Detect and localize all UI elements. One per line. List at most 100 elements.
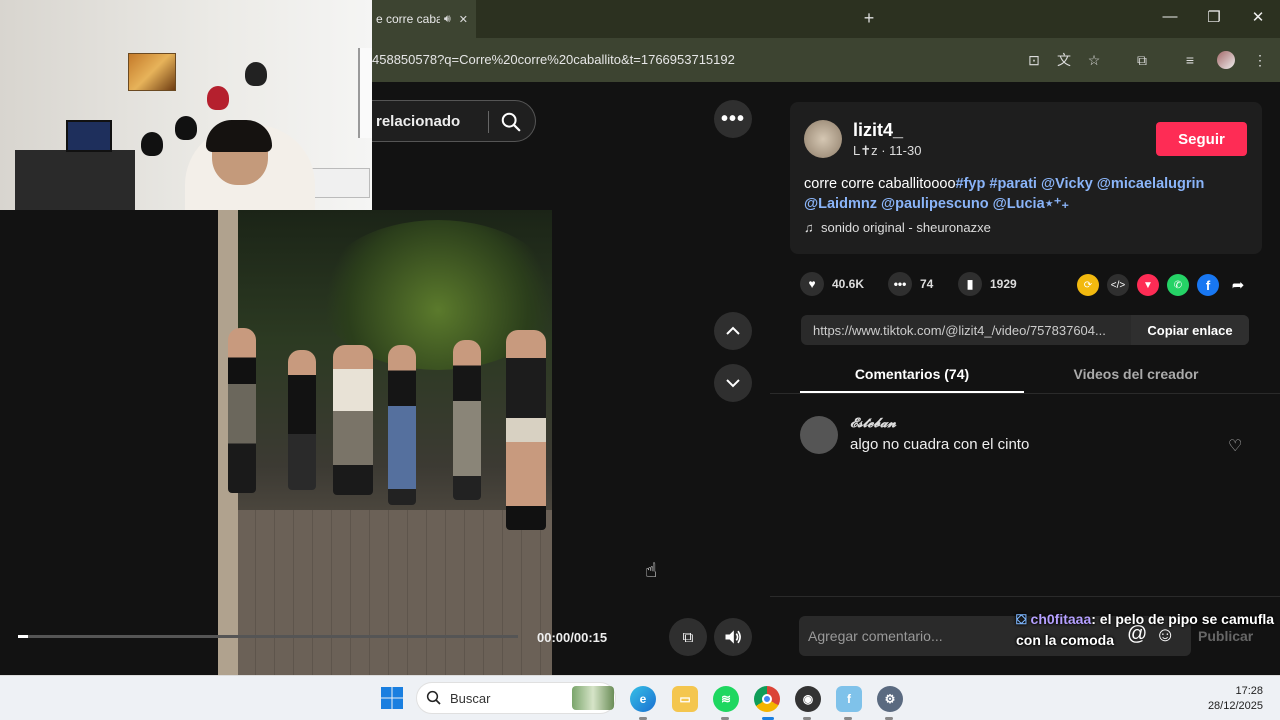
webcam-desk	[15, 150, 135, 210]
obs-icon[interactable]: ◉	[795, 686, 821, 712]
search-highlight-image[interactable]	[572, 686, 614, 710]
details-pane: lizit4_ L✝z · 11-30 Seguir corre corre c…	[770, 82, 1280, 675]
creator-subline: L✝z · 11-30	[853, 143, 922, 158]
send-icon[interactable]: ▼	[1137, 274, 1159, 296]
copy-link-button[interactable]: Copiar enlace	[1131, 315, 1249, 345]
wall-cap	[245, 62, 267, 86]
previous-video-button[interactable]	[714, 312, 752, 350]
webcam-overlay	[0, 0, 372, 210]
system-clock[interactable]: 17:28 28/12/2025	[1208, 684, 1263, 714]
embed-icon[interactable]: </>	[1107, 274, 1129, 296]
caption-tag[interactable]: @micaelalugrin	[1097, 176, 1205, 192]
miniplayer-icon: ⧉	[682, 628, 694, 646]
app-f-icon[interactable]: f	[836, 686, 862, 712]
caption-tag[interactable]: @Laidmnz	[804, 196, 877, 212]
close-window-icon[interactable]: ✕	[1248, 8, 1268, 26]
related-search-pill[interactable]: relacionado	[372, 100, 536, 142]
search-label: Buscar	[450, 691, 491, 706]
wall-cap	[141, 132, 163, 156]
translate-icon[interactable]: 文	[1054, 50, 1074, 70]
chrome-center	[762, 694, 772, 704]
windows-start-icon[interactable]	[380, 686, 404, 710]
share-icon[interactable]: ➦	[1227, 274, 1249, 296]
settings-gear-icon[interactable]: ⚙	[877, 686, 903, 712]
related-search-label: relacionado	[376, 113, 461, 130]
webcam-window	[358, 48, 372, 138]
wall-cap	[175, 116, 197, 140]
follow-button[interactable]: Seguir	[1156, 122, 1247, 156]
caption-tag[interactable]: #fyp	[956, 176, 986, 192]
comment-like-icon[interactable]: ♡	[1228, 436, 1242, 456]
caption-tag[interactable]: @paulipescuno	[881, 196, 989, 212]
browser-tab[interactable]: e corre caba 🔊︎ ✕	[372, 0, 476, 38]
bookmark-star-icon[interactable]: ☆	[1084, 50, 1104, 70]
next-video-button[interactable]	[714, 364, 752, 402]
comment-button[interactable]: ••• 74	[888, 272, 933, 296]
profile-avatar[interactable]	[1217, 51, 1235, 69]
dancer	[288, 350, 316, 490]
close-tab-icon[interactable]: ✕	[459, 13, 468, 26]
extensions-icon[interactable]: ⧉	[1132, 50, 1152, 70]
webcam-painting	[128, 53, 176, 91]
taskbar-search[interactable]: Buscar	[416, 682, 616, 714]
save-button[interactable]: ▮ 1929	[958, 272, 1017, 296]
chat-username: ch0fitaaa	[1030, 611, 1092, 627]
media-control-icon[interactable]: ≡	[1180, 50, 1200, 70]
chat-badge-icon: ⛋	[1016, 611, 1027, 627]
new-tab-icon[interactable]: +	[862, 8, 876, 29]
post-info-card: lizit4_ L✝z · 11-30 Seguir corre corre c…	[790, 102, 1262, 254]
chevron-down-icon	[726, 379, 740, 388]
comment-text: algo no cuadra con el cinto	[850, 436, 1030, 453]
video-player[interactable]	[218, 210, 552, 675]
facebook-icon[interactable]: f	[1197, 274, 1219, 296]
progress-track[interactable]	[18, 635, 518, 638]
more-icon: •••	[720, 107, 745, 130]
install-app-icon[interactable]: ⊡	[1024, 50, 1044, 70]
comment-item: 𝓔𝓼𝓽𝓮𝓫𝓪𝓷 algo no cuadra con el cinto ♡	[800, 414, 1250, 464]
like-button[interactable]: ♥ 40.6K	[800, 272, 864, 296]
dancer	[506, 330, 546, 530]
creator-avatar[interactable]	[804, 120, 842, 158]
repost-icon[interactable]: ⟳	[1077, 274, 1099, 296]
speaker-icon[interactable]: 🔊︎	[444, 13, 451, 26]
clock-time: 17:28	[1235, 685, 1263, 697]
comment-icon: •••	[888, 272, 912, 296]
taskbar: Buscar e ▭ ≋ ◉ f ⚙ 17:28 28/12/2025	[0, 675, 1280, 720]
stream-chat-message: ⛋ ch0fitaaa: el pelo de pipo se camufla …	[1016, 609, 1278, 651]
link-box: https://www.tiktok.com/@lizit4_/video/75…	[801, 315, 1249, 345]
dancer	[228, 328, 256, 493]
more-options-button[interactable]: •••	[714, 100, 752, 138]
minimize-icon[interactable]: —	[1160, 8, 1180, 25]
clock-date: 28/12/2025	[1207, 700, 1263, 712]
music-note-icon: ♫	[804, 220, 821, 235]
whatsapp-icon[interactable]: ✆	[1167, 274, 1189, 296]
commenter-name[interactable]: 𝓔𝓼𝓽𝓮𝓫𝓪𝓷	[850, 416, 896, 431]
edge-icon[interactable]: e	[630, 686, 656, 712]
chrome-icon[interactable]	[754, 686, 780, 712]
tab-creator-videos[interactable]: Videos del creador	[1024, 366, 1248, 382]
spotify-icon[interactable]: ≋	[713, 686, 739, 712]
like-count: 40.6K	[832, 277, 865, 291]
caption-tag[interactable]: @Lucia⋆⁺₊	[993, 196, 1069, 212]
save-count: 1929	[990, 277, 1017, 291]
url-text[interactable]: 458850578?q=Corre%20corre%20caballito&t=…	[372, 52, 735, 67]
miniplayer-button[interactable]: ⧉	[669, 618, 707, 656]
mouse-cursor: ☝︎	[645, 560, 658, 582]
search-icon[interactable]	[500, 111, 522, 133]
browser-tab-bar: e corre caba 🔊︎ ✕ + — ❐ ✕	[372, 0, 1280, 38]
pill-divider	[488, 111, 489, 133]
comment-tabs: Comentarios (74) Videos del creador	[800, 360, 1248, 394]
action-row: ♥ 40.6K ••• 74 ▮ 1929 ⟳ </> ▼ ✆ f ➦	[800, 272, 1260, 296]
video-link[interactable]: https://www.tiktok.com/@lizit4_/video/75…	[813, 323, 1129, 338]
creator-username[interactable]: lizit4_	[853, 120, 903, 141]
caption-tag[interactable]: @Vicky	[1041, 176, 1093, 192]
volume-button[interactable]	[714, 618, 752, 656]
file-explorer-icon[interactable]: ▭	[672, 686, 698, 712]
chevron-up-icon	[726, 326, 740, 335]
caption-tag[interactable]: #parati	[989, 176, 1037, 192]
restore-icon[interactable]: ❐	[1204, 8, 1224, 26]
commenter-avatar[interactable]	[800, 416, 838, 454]
menu-icon[interactable]: ⋮	[1250, 50, 1270, 70]
tab-comments[interactable]: Comentarios (74)	[800, 366, 1024, 382]
sound-row[interactable]: ♫ sonido original - sheuronazxe	[804, 220, 991, 235]
